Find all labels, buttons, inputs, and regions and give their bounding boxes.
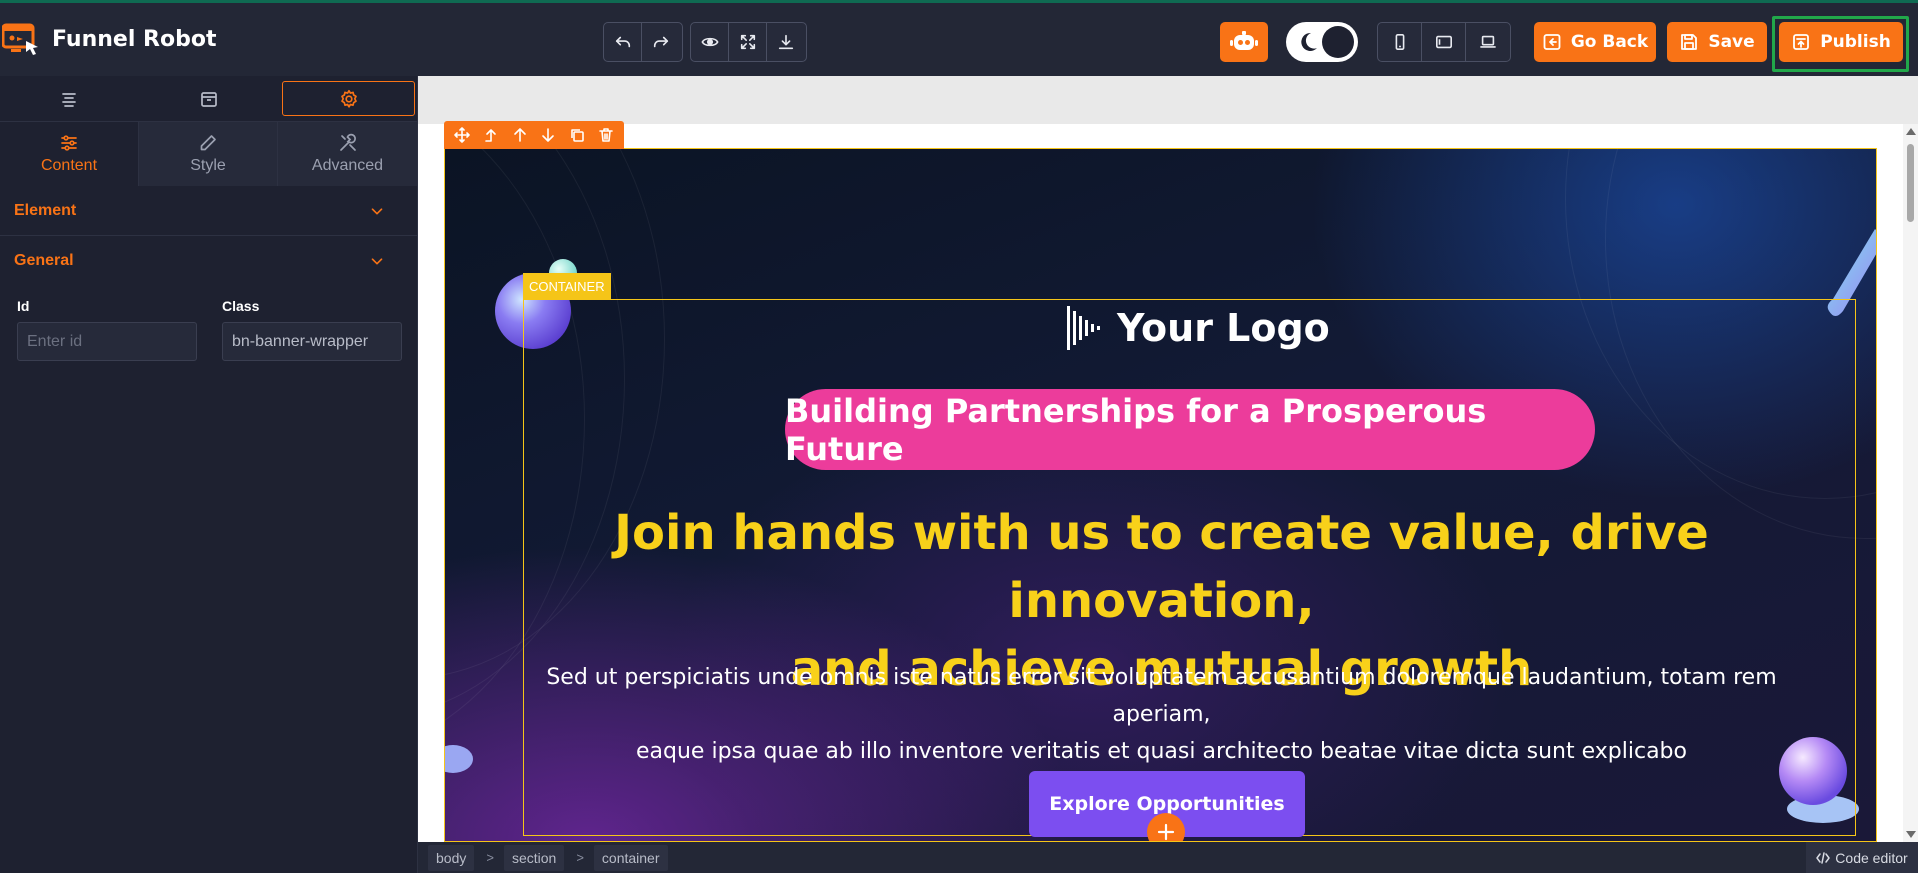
- view-controls: [690, 22, 807, 62]
- move-up-icon[interactable]: [512, 127, 528, 143]
- box-icon: [200, 91, 217, 107]
- description-line-1: Sed ut perspiciatis unde omnis iste natu…: [546, 665, 1777, 727]
- select-parent-icon[interactable]: [483, 127, 499, 143]
- go-back-label: Go Back: [1570, 32, 1649, 52]
- headline-line-1: Join hands with us to create value, driv…: [614, 505, 1709, 629]
- moon-icon: [1301, 32, 1317, 51]
- history-controls: [603, 22, 683, 62]
- code-editor-button[interactable]: Code editor: [1806, 842, 1918, 873]
- layers-icon: [61, 92, 76, 107]
- canvas-scrollbar[interactable]: [1903, 124, 1918, 842]
- scroll-down-arrow[interactable]: [1906, 831, 1916, 838]
- scrollbar-thumb[interactable]: [1907, 144, 1914, 222]
- robot-icon: [1230, 31, 1258, 50]
- section-general[interactable]: General: [0, 236, 418, 286]
- section-element-title: Element: [14, 201, 77, 219]
- disc-decoration-left: [445, 745, 473, 773]
- redo-button[interactable]: [642, 23, 680, 61]
- tab-style-label: Style: [190, 157, 226, 174]
- save-button[interactable]: Save: [1667, 22, 1767, 62]
- container-tag: CONTAINER: [523, 273, 611, 299]
- tab-style[interactable]: Style: [139, 122, 278, 186]
- funnel-robot-logo-icon: [2, 23, 38, 55]
- move-down-icon[interactable]: [540, 127, 556, 143]
- mobile-view-button[interactable]: [1378, 23, 1422, 61]
- duplicate-icon[interactable]: [569, 127, 585, 143]
- device-switcher: [1377, 22, 1511, 62]
- expand-icon: [740, 34, 755, 50]
- id-label: Id: [17, 298, 30, 314]
- desktop-view-button[interactable]: [1466, 23, 1510, 61]
- preview-button[interactable]: [691, 23, 729, 61]
- tagline-pill: Building Partnerships for a Prosperous F…: [785, 389, 1595, 470]
- go-back-icon: [1543, 34, 1561, 50]
- trash-icon[interactable]: [598, 127, 614, 143]
- description-line-2: eaque ipsa quae ab illo inventore verita…: [636, 739, 1687, 764]
- app-name: Funnel Robot: [52, 26, 217, 52]
- tab-blocks[interactable]: [142, 81, 275, 116]
- plus-icon: [1157, 823, 1175, 841]
- tab-layers[interactable]: [2, 81, 135, 116]
- breadcrumb: body > section > container Code editor: [418, 842, 1918, 873]
- tablet-icon: [1435, 35, 1452, 49]
- chevron-down-icon: [371, 258, 383, 265]
- element-toolbar: [444, 121, 624, 149]
- sound-bars-logo-icon: [1067, 306, 1100, 350]
- banner-description: Sed ut perspiciatis unde omnis iste natu…: [505, 659, 1818, 770]
- chevron-down-icon: [371, 207, 383, 215]
- go-back-button[interactable]: Go Back: [1534, 22, 1656, 62]
- toggle-knob: [1322, 26, 1354, 58]
- ai-robot-button[interactable]: [1220, 22, 1268, 62]
- tools-icon: [339, 133, 356, 151]
- breadcrumb-item-container[interactable]: container: [593, 844, 668, 871]
- tab-content-label: Content: [40, 157, 98, 174]
- brand: Funnel Robot: [0, 17, 216, 61]
- undo-button[interactable]: [604, 23, 642, 61]
- breadcrumb-separator: >: [486, 850, 494, 865]
- undo-icon: [615, 36, 630, 48]
- tab-advanced-label: Advanced: [311, 157, 384, 174]
- tab-settings[interactable]: [282, 81, 415, 116]
- mobile-icon: [1395, 33, 1404, 51]
- banner-section[interactable]: CONTAINER Your Logo Building Partnership…: [444, 148, 1877, 842]
- publish-icon: [1793, 34, 1810, 50]
- gear-icon: [340, 89, 357, 108]
- settings-sidebar: Content Style Advanced Element General I…: [0, 76, 418, 873]
- logo: Your Logo: [1065, 299, 1330, 357]
- editor-canvas: CONTAINER Your Logo Building Partnership…: [418, 76, 1918, 873]
- id-field[interactable]: [17, 322, 197, 361]
- top-bar: Funnel Robot Go Back Save Publish: [0, 0, 1918, 76]
- tablet-view-button[interactable]: [1422, 23, 1466, 61]
- eye-icon: [700, 37, 719, 47]
- class-label: Class: [222, 298, 260, 314]
- fullscreen-button[interactable]: [729, 23, 767, 61]
- scroll-up-arrow[interactable]: [1906, 128, 1916, 135]
- move-icon[interactable]: [454, 127, 471, 143]
- tab-advanced[interactable]: Advanced: [278, 122, 417, 186]
- class-field[interactable]: [222, 322, 402, 361]
- publish-label: Publish: [1820, 32, 1891, 52]
- code-editor-label: Code editor: [1835, 849, 1908, 866]
- download-icon: [778, 34, 794, 50]
- tab-content[interactable]: Content: [0, 122, 139, 186]
- sidebar-top-tabs: [0, 76, 418, 122]
- save-icon: [1681, 34, 1698, 50]
- save-label: Save: [1708, 32, 1755, 52]
- download-button[interactable]: [767, 23, 805, 61]
- breadcrumb-item-section[interactable]: section: [503, 844, 565, 871]
- pencil-icon: [200, 135, 216, 151]
- sidebar-sub-tabs: Content Style Advanced: [0, 122, 418, 186]
- redo-icon: [653, 36, 669, 48]
- sliders-icon: [61, 135, 77, 151]
- logo-text: Your Logo: [1117, 306, 1330, 350]
- breadcrumb-item-body[interactable]: body: [428, 844, 475, 871]
- section-general-title: General: [14, 252, 74, 269]
- code-icon: [1816, 851, 1831, 864]
- dark-mode-toggle[interactable]: [1286, 22, 1358, 62]
- section-element[interactable]: Element: [0, 186, 418, 236]
- laptop-icon: [1480, 35, 1496, 48]
- breadcrumb-separator: >: [576, 850, 584, 865]
- publish-button[interactable]: Publish: [1779, 22, 1903, 62]
